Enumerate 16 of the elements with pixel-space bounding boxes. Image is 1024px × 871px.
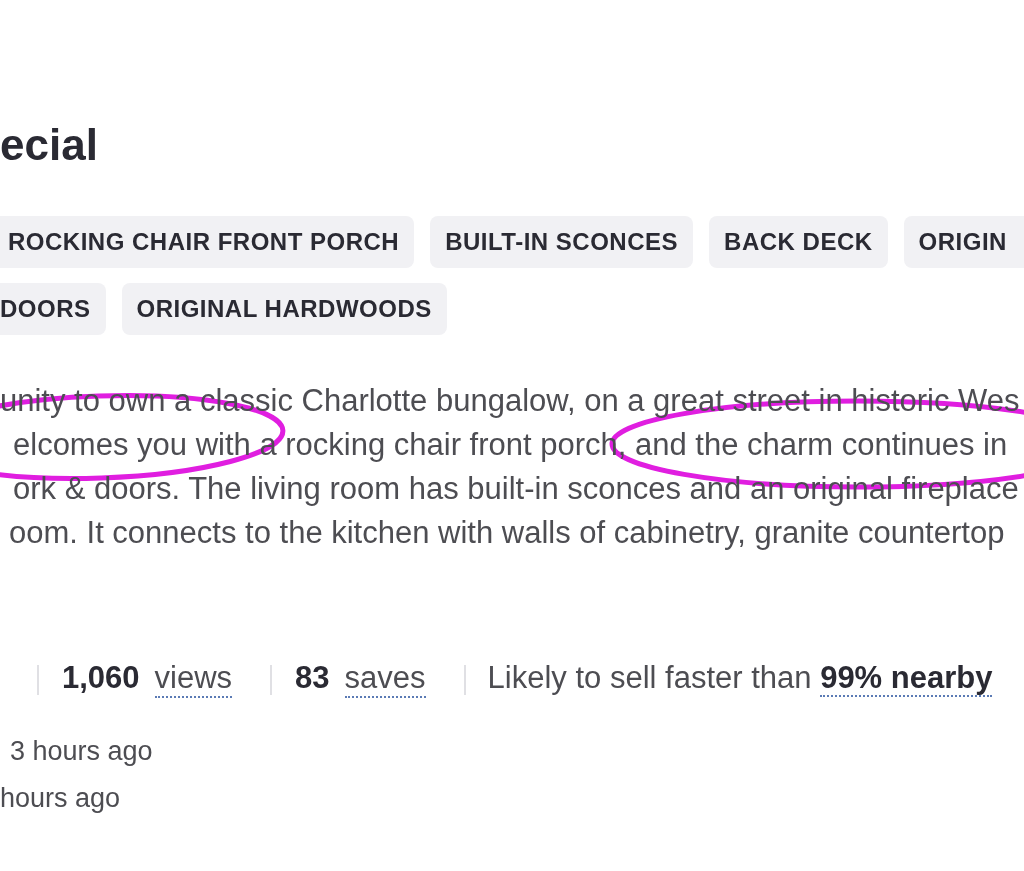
stat-label-link[interactable]: views [154, 660, 233, 698]
description-line: oom. It connects to the kitchen with walls of cabinetry, granite countertop [8, 514, 1005, 552]
listing-heading: ecial [0, 119, 98, 171]
stat-count: 1,060 [62, 660, 140, 696]
feature-tag: ROCKING CHAIR FRONT PORCH [0, 216, 415, 268]
nearby-percentile-link[interactable]: 99% nearby [820, 660, 993, 697]
feature-tag: DOORS [0, 283, 106, 335]
time-ago-text: 3 hours ago [9, 735, 153, 768]
stat-label-link[interactable]: saves [344, 660, 426, 698]
feature-tag: BUILT-IN SCONCES [430, 216, 694, 268]
stat-count: 83 [295, 660, 330, 696]
feature-tag: ORIGIN [903, 216, 1024, 268]
feature-tag: ORIGINAL HARDWOODS [121, 283, 447, 335]
time-ago-text: hours ago [0, 782, 121, 815]
sell-speed-text: Likely to sell faster than 99% nearby [487, 660, 993, 696]
feature-tag: BACK DECK [709, 216, 888, 268]
